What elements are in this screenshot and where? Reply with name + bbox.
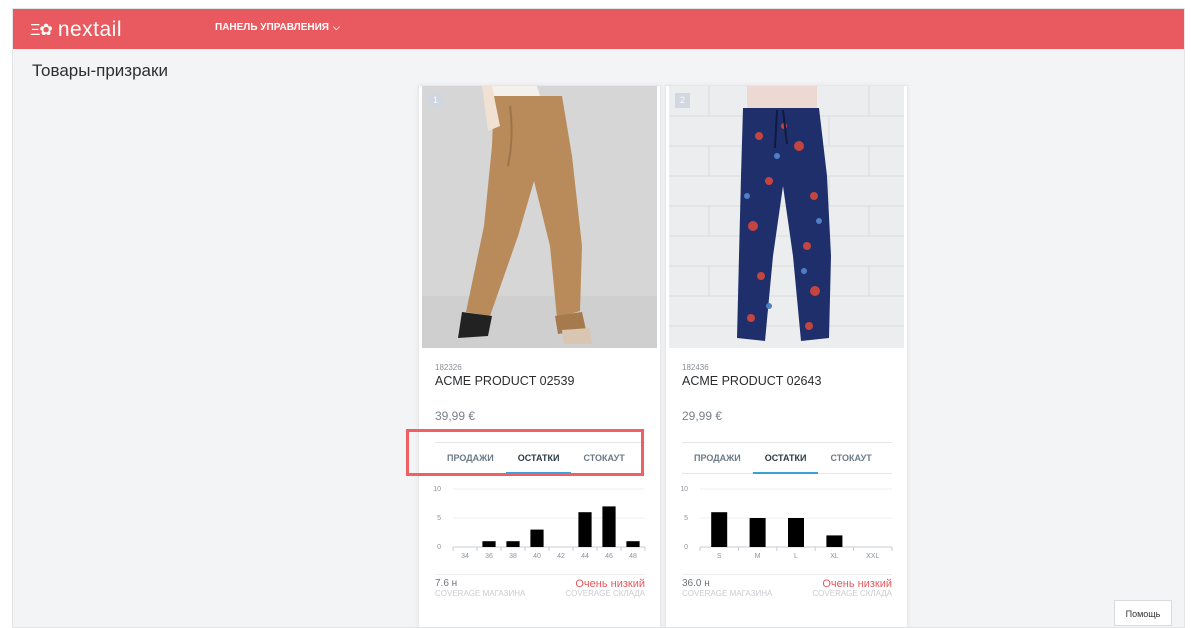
x-tick-label: M: [755, 553, 761, 560]
app-window: Ξ✿ nextail ПАНЕЛЬ УПРАВЛЕНИЯ ⌵ Товары-пр…: [12, 8, 1185, 628]
x-tick-label: L: [794, 553, 798, 560]
bar: [482, 541, 496, 547]
logo-text: nextail: [57, 18, 123, 41]
bar: [506, 541, 520, 547]
x-tick-label: 48: [629, 553, 637, 560]
bar: [749, 518, 766, 547]
beige-trousers-image: [422, 86, 657, 348]
product-sku: 182326: [435, 363, 462, 372]
bar: [826, 535, 843, 547]
tab-stock[interactable]: ОСТАТКИ: [752, 443, 819, 474]
rank-badge: 2: [675, 93, 690, 108]
floral-trousers-image: [669, 86, 904, 348]
product-card[interactable]: 2 182436 ACME PRODUCT 02643 29,99 € ПРОД…: [665, 85, 908, 627]
dashboard-menu[interactable]: ПАНЕЛЬ УПРАВЛЕНИЯ ⌵: [215, 22, 340, 33]
stock-chart: 0 5 10 S M L XL XXL: [674, 481, 899, 576]
help-button[interactable]: Помощь: [1114, 600, 1172, 626]
x-tick-label: 36: [485, 553, 493, 560]
top-bar: Ξ✿ nextail ПАНЕЛЬ УПРАВЛЕНИЯ ⌵: [13, 9, 1184, 49]
y-tick-label: 0: [437, 544, 441, 551]
product-sku: 182436: [682, 363, 709, 372]
product-image[interactable]: 1: [422, 86, 657, 348]
page-title: Товары-призраки: [32, 61, 168, 80]
chevron-down-icon: ⌵: [332, 22, 340, 32]
x-tick-label: 42: [557, 553, 565, 560]
tabs-highlight-box: [406, 429, 644, 476]
rank-badge: 1: [428, 93, 443, 108]
y-tick-label: 5: [684, 515, 688, 522]
bar: [602, 506, 616, 547]
x-tick-label: 34: [461, 553, 469, 560]
warehouse-coverage-label: COVERAGE СКЛАДА: [565, 589, 645, 598]
product-name: ACME PRODUCT 02539: [435, 374, 575, 388]
stock-bar-chart: 0 5 10 S M L XL XXL: [680, 486, 893, 560]
bar: [711, 512, 728, 547]
y-tick-label: 10: [680, 486, 688, 493]
stock-bar-chart: 0 5 10 34 36 38 40 42 44 46 48: [433, 486, 646, 560]
x-tick-label: 44: [581, 553, 589, 560]
x-tick-label: XL: [830, 553, 839, 560]
y-tick-label: 5: [437, 515, 441, 522]
store-coverage-value: 7.6 н: [435, 578, 458, 589]
store-coverage-value: 36.0 н: [682, 578, 710, 589]
product-card[interactable]: 1 182326 ACME PRODUCT 02539 39,99 € ПРОД…: [418, 85, 661, 627]
y-tick-label: 0: [684, 544, 688, 551]
x-tick-label: 46: [605, 553, 613, 560]
product-price: 29,99 €: [682, 409, 723, 423]
product-price: 39,99 €: [435, 409, 476, 423]
divider: [682, 574, 892, 575]
chart-tabs: ПРОДАЖИ ОСТАТКИ СТОКАУТ: [682, 442, 892, 474]
nextail-logo[interactable]: Ξ✿ nextail: [30, 18, 122, 42]
bar: [578, 512, 592, 547]
y-tick-label: 10: [433, 486, 441, 493]
logo-icon: Ξ✿: [30, 22, 53, 39]
bar: [626, 541, 640, 547]
bar: [788, 518, 804, 547]
tab-sales[interactable]: ПРОДАЖИ: [682, 443, 753, 473]
stock-chart: 0 5 10 34 36 38 40 42 44 46 48: [427, 481, 652, 576]
tab-stockout[interactable]: СТОКАУТ: [818, 443, 883, 473]
x-tick-label: S: [717, 553, 722, 560]
warehouse-coverage-label: COVERAGE СКЛАДА: [812, 589, 892, 598]
product-image[interactable]: 2: [669, 86, 904, 348]
store-coverage-label: COVERAGE МАГАЗИНА: [682, 589, 773, 598]
x-tick-label: 40: [533, 553, 541, 560]
product-name: ACME PRODUCT 02643: [682, 374, 822, 388]
x-tick-label: XXL: [866, 553, 879, 560]
bar: [530, 529, 544, 547]
dashboard-menu-label: ПАНЕЛЬ УПРАВЛЕНИЯ: [215, 22, 329, 33]
store-coverage-label: COVERAGE МАГАЗИНА: [435, 589, 526, 598]
x-tick-label: 38: [509, 553, 517, 560]
divider: [435, 574, 645, 575]
